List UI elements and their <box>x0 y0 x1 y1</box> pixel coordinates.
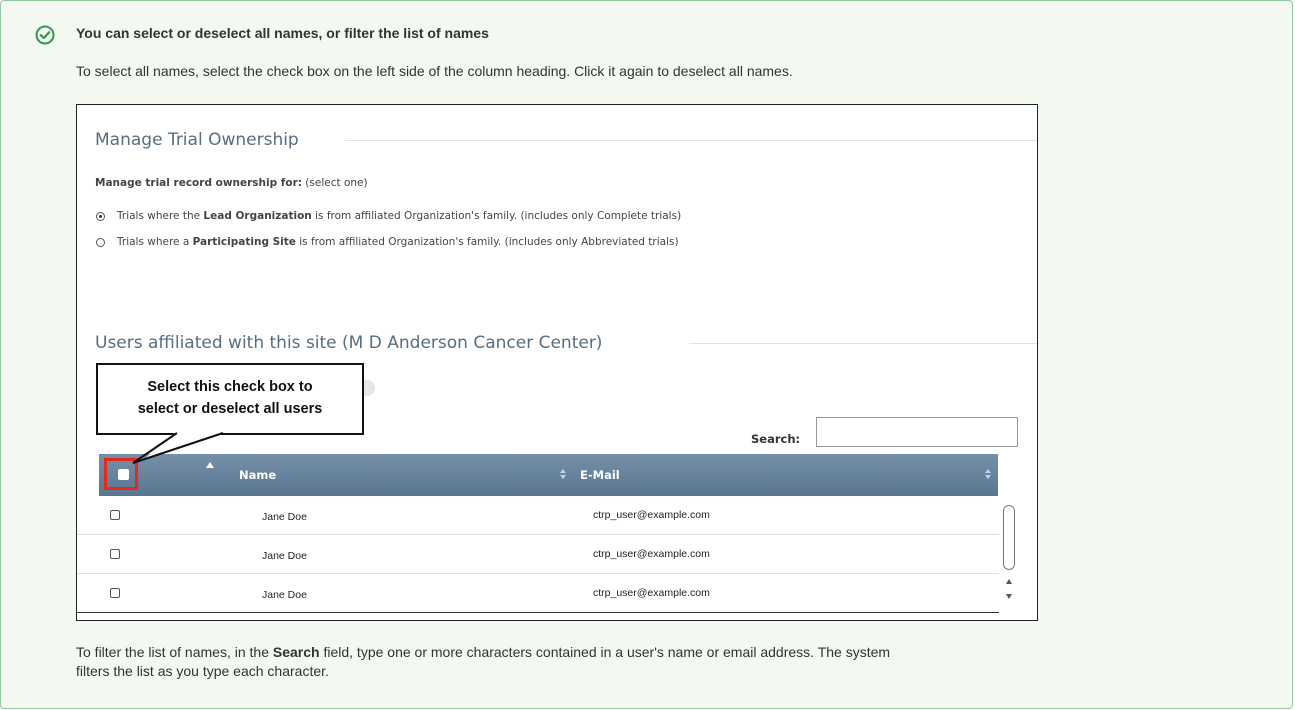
section-divider <box>345 140 1037 141</box>
table-row[interactable]: Jane Doe ctrp_user@example.com <box>77 496 999 535</box>
search-input[interactable] <box>816 417 1018 447</box>
tip-title: You can select or deselect all names, or… <box>76 25 489 41</box>
sort-icon[interactable] <box>560 469 566 481</box>
table-row[interactable]: Jane Doe ctrp_user@example.com <box>77 574 999 613</box>
callout-pointer <box>132 431 227 464</box>
user-name: Jane Doe <box>262 589 307 601</box>
sort-icon[interactable] <box>985 469 991 481</box>
column-header-name[interactable]: Name <box>239 468 276 482</box>
table-scrollbar[interactable] <box>1001 498 1019 612</box>
annotation-callout: Select this check box to select or desel… <box>96 363 364 435</box>
ownership-prompt: Manage trial record ownership for: (sele… <box>95 177 368 189</box>
row-checkbox[interactable] <box>110 588 120 598</box>
user-email: ctrp_user@example.com <box>593 509 710 521</box>
scroll-down-arrow-icon[interactable] <box>1006 594 1012 599</box>
radio-participating-site[interactable] <box>96 238 105 247</box>
section-title-manage-trial-ownership: Manage Trial Ownership <box>95 130 299 150</box>
search-label: Search: <box>751 432 801 446</box>
table-bottom-border <box>77 612 999 613</box>
row-checkbox[interactable] <box>110 510 120 520</box>
tip-intro-text: To select all names, select the check bo… <box>76 63 793 79</box>
scroll-up-arrow-icon[interactable] <box>1006 579 1012 584</box>
check-circle-icon <box>35 25 55 45</box>
user-name: Jane Doe <box>262 550 307 562</box>
scrollbar-thumb[interactable] <box>1003 505 1015 570</box>
section-title-affiliated-users: Users affiliated with this site (M D And… <box>95 333 603 353</box>
section-divider <box>689 343 1037 344</box>
option-participating-site-label: Trials where a Participating Site is fro… <box>117 236 679 248</box>
success-tip-panel: You can select or deselect all names, or… <box>0 0 1293 709</box>
table-row[interactable]: Jane Doe ctrp_user@example.com <box>77 535 999 574</box>
option-lead-organization-label: Trials where the Lead Organization is fr… <box>117 210 682 222</box>
radio-lead-organization[interactable] <box>96 212 105 221</box>
column-header-email[interactable]: E-Mail <box>580 468 620 482</box>
row-checkbox[interactable] <box>110 549 120 559</box>
user-name: Jane Doe <box>262 511 307 523</box>
tip-footer-text: To filter the list of names, in the Sear… <box>76 644 891 679</box>
users-table-header: Name E-Mail <box>99 454 998 496</box>
user-email: ctrp_user@example.com <box>593 548 710 560</box>
user-email: ctrp_user@example.com <box>593 587 710 599</box>
callout-text: Select this check box to select or desel… <box>137 379 323 417</box>
embedded-screenshot: Manage Trial Ownership Manage trial reco… <box>76 104 1038 621</box>
